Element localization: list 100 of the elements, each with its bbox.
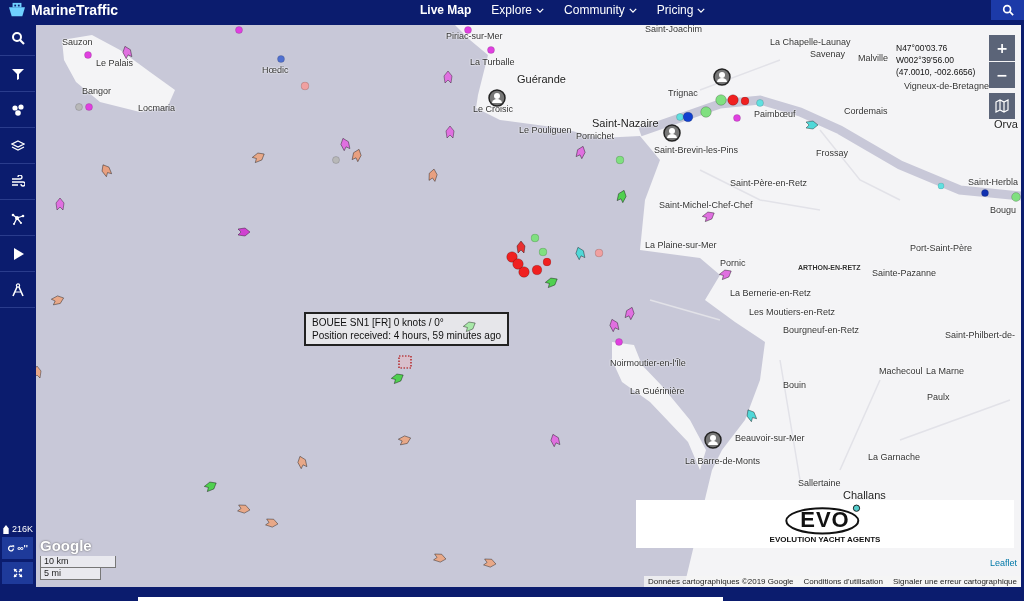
position-dot[interactable]	[594, 248, 604, 258]
ship-icon[interactable]	[607, 318, 621, 332]
place-label: Sauzon	[62, 37, 93, 48]
ship-icon[interactable]	[702, 209, 716, 223]
position-dot[interactable]	[682, 111, 694, 123]
map-type-button[interactable]	[989, 93, 1015, 119]
nav-link[interactable]: Pricing	[656, 3, 706, 17]
attribution-link[interactable]: Conditions d'utilisation	[803, 577, 883, 586]
zoom-out-button[interactable]: −	[989, 62, 1015, 88]
position-dot[interactable]	[1011, 192, 1021, 202]
tooltip-text: Position received: 4 hours, 59 minutes ago	[312, 330, 501, 341]
ship-icon[interactable]	[265, 516, 279, 530]
position-dot[interactable]	[981, 189, 989, 197]
place-label: La Guérinière	[630, 386, 685, 397]
ship-icon[interactable]	[744, 408, 758, 422]
place-label: Beauvoir-sur-Mer	[735, 433, 805, 444]
place-label: Challans	[843, 490, 886, 501]
position-dot[interactable]	[542, 257, 552, 267]
position-dot[interactable]	[531, 264, 543, 276]
person-icon[interactable]	[704, 431, 722, 449]
ship-icon[interactable]	[51, 293, 65, 307]
position-dot[interactable]	[512, 258, 524, 270]
position-dot[interactable]	[530, 233, 540, 243]
ship-icon[interactable]	[237, 502, 251, 516]
ship-icon[interactable]	[623, 306, 637, 320]
attribution-link[interactable]: Signaler une erreur cartographique	[892, 577, 1017, 586]
buoy-marker[interactable]	[398, 355, 412, 369]
nav-link[interactable]: Explore	[491, 3, 545, 17]
ship-icon[interactable]	[443, 125, 457, 139]
person-icon[interactable]	[663, 124, 681, 142]
ship-icon[interactable]	[237, 225, 251, 239]
ship-icon[interactable]	[426, 168, 440, 182]
position-dot[interactable]	[300, 81, 310, 91]
position-dot[interactable]	[235, 26, 243, 34]
advert-panel[interactable]: EVO EVOLUTION YACHT AGENTS	[636, 500, 1014, 548]
ship-icon[interactable]	[719, 267, 733, 281]
google-logo: Google	[40, 537, 92, 554]
ship-icon[interactable]	[204, 479, 218, 493]
ship-icon[interactable]	[463, 319, 477, 333]
ship-icon[interactable]	[805, 118, 819, 132]
position-dot[interactable]	[715, 94, 727, 106]
ship-icon[interactable]	[548, 433, 562, 447]
place-label: Guérande	[517, 74, 566, 85]
position-dot[interactable]	[727, 94, 739, 106]
position-dot[interactable]	[676, 113, 684, 121]
position-dot[interactable]	[538, 247, 548, 257]
position-dot[interactable]	[85, 103, 93, 111]
ship-icon[interactable]	[545, 275, 559, 289]
person-icon[interactable]	[713, 68, 731, 86]
ship-icon[interactable]	[53, 197, 67, 211]
ship-icon[interactable]	[391, 371, 405, 385]
ship-icon[interactable]	[615, 189, 629, 203]
position-dot[interactable]	[75, 103, 83, 111]
ship-icon[interactable]	[441, 70, 455, 84]
coordinate-readout: (47.0010, -002.6656)	[896, 66, 976, 78]
logo-text: EVO	[800, 506, 850, 533]
position-dot[interactable]	[518, 266, 530, 278]
fullscreen-icon	[12, 568, 23, 578]
ship-icon[interactable]	[514, 240, 528, 254]
place-label: Bougu	[990, 205, 1017, 216]
refresh-icon	[7, 543, 16, 553]
fullscreen-button[interactable]	[2, 562, 33, 584]
position-dot[interactable]	[277, 55, 285, 63]
ship-icon[interactable]	[338, 137, 352, 151]
chevron-down-icon	[697, 7, 706, 13]
place-label: Paimbœuf	[754, 109, 796, 120]
zoom-in-button[interactable]: +	[989, 35, 1015, 61]
brand-name[interactable]: MarineTraffic	[31, 2, 119, 18]
nav-link[interactable]: Community	[564, 3, 637, 17]
place-label: Le Pouliguen	[519, 125, 572, 136]
position-dot[interactable]	[84, 51, 92, 59]
position-dot[interactable]	[615, 338, 623, 346]
position-dot[interactable]	[506, 251, 518, 263]
ship-icon[interactable]	[398, 433, 412, 447]
ship-icon[interactable]	[252, 150, 266, 164]
ship-icon[interactable]	[574, 145, 588, 159]
ship-icon[interactable]	[483, 556, 497, 570]
ship-icon[interactable]	[433, 551, 447, 565]
nav-link[interactable]: Live Map	[420, 3, 472, 17]
position-dot[interactable]	[700, 106, 712, 118]
position-dot[interactable]	[332, 156, 340, 164]
position-dot[interactable]	[733, 114, 741, 122]
ship-icon[interactable]	[350, 148, 364, 162]
attribution-link[interactable]: Données cartographiques ©2019 Google	[648, 577, 794, 586]
person-icon[interactable]	[488, 89, 506, 107]
refresh-button[interactable]: ∞''	[2, 537, 33, 559]
position-dot[interactable]	[487, 46, 495, 54]
ship-icon[interactable]	[120, 45, 134, 59]
ship-icon[interactable]	[295, 455, 309, 469]
place-label: La Marne	[926, 366, 965, 377]
ship-icon[interactable]	[573, 246, 587, 260]
ship-icon[interactable]	[99, 163, 113, 177]
position-dot[interactable]	[740, 96, 750, 106]
search-button[interactable]	[991, 0, 1024, 20]
leaflet-link[interactable]: Leaflet	[989, 558, 1017, 568]
tooltip-text: BOUEE SN1 [FR] 0 knots / 0°	[312, 317, 444, 328]
position-dot[interactable]	[615, 155, 625, 165]
position-dot[interactable]	[756, 99, 764, 107]
position-dot[interactable]	[937, 182, 945, 190]
position-dot[interactable]	[464, 26, 472, 34]
